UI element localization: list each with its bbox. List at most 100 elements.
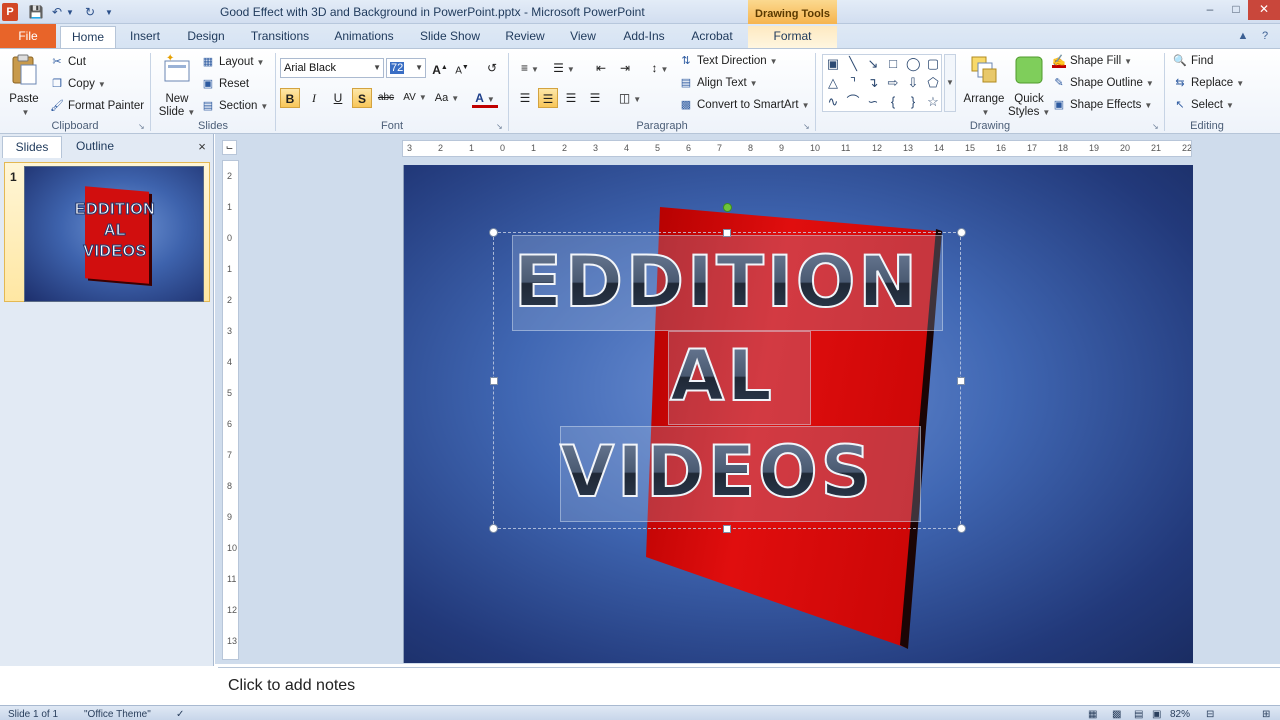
- underline-button[interactable]: U: [328, 88, 348, 108]
- elbow-connector-shape-icon[interactable]: ⌝: [846, 76, 860, 90]
- increase-indent-icon[interactable]: ⇥: [615, 58, 635, 78]
- tab-transitions[interactable]: Transitions: [244, 26, 316, 48]
- font-launcher-icon[interactable]: ↘: [496, 122, 505, 131]
- numbering-icon[interactable]: ☰ ▼: [549, 58, 579, 78]
- undo-dropdown-icon[interactable]: ▼: [66, 3, 74, 21]
- paragraph-launcher-icon[interactable]: ↘: [803, 122, 812, 131]
- spell-check-icon[interactable]: ✓: [176, 709, 184, 720]
- pentagon-shape-icon[interactable]: ⬠: [926, 76, 940, 90]
- slide-title-line[interactable]: EDDITION: [513, 246, 920, 318]
- oval-shape-icon[interactable]: ◯: [906, 57, 921, 71]
- star-shape-icon[interactable]: ☆: [926, 95, 940, 109]
- clear-formatting-icon[interactable]: ↺: [482, 58, 502, 78]
- copy-button[interactable]: ❐ Copy ▼: [50, 77, 106, 91]
- resize-handle[interactable]: [490, 377, 498, 385]
- resize-handle[interactable]: [723, 229, 731, 237]
- arrange-button[interactable]: Arrange ▼: [962, 53, 1006, 119]
- arc-shape-icon[interactable]: ⌒: [846, 95, 860, 109]
- down-arrow-shape-icon[interactable]: ⇩: [906, 76, 920, 90]
- decrease-indent-icon[interactable]: ⇤: [591, 58, 611, 78]
- text-direction-button[interactable]: ⇅ Text Direction ▼: [679, 54, 777, 68]
- right-arrow-shape-icon[interactable]: ⇨: [886, 76, 900, 90]
- tab-add-ins[interactable]: Add-Ins: [616, 26, 672, 48]
- resize-handle[interactable]: [957, 228, 966, 237]
- tab-animations[interactable]: Animations: [328, 26, 400, 48]
- rounded-rect-shape-icon[interactable]: ▢: [926, 57, 940, 71]
- redo-icon[interactable]: ↻: [82, 3, 98, 21]
- shape-outline-button[interactable]: ✎ Shape Outline ▼: [1052, 76, 1153, 90]
- close-pane-icon[interactable]: ×: [194, 139, 210, 155]
- align-text-button[interactable]: ▤ Align Text ▼: [679, 76, 758, 90]
- shape-effects-button[interactable]: ▣ Shape Effects ▼: [1052, 98, 1153, 112]
- strikethrough-button[interactable]: abc: [376, 88, 396, 108]
- line-shape-icon[interactable]: ╲: [846, 57, 860, 71]
- replace-button[interactable]: ⇆ Replace ▼: [1173, 76, 1244, 90]
- convert-smartart-button[interactable]: ▩ Convert to SmartArt ▼: [679, 98, 810, 112]
- font-name-select[interactable]: Arial Black ▼: [280, 58, 384, 78]
- minimize-button[interactable]: –: [1196, 0, 1224, 20]
- zoom-in-icon[interactable]: ⊞: [1262, 709, 1270, 720]
- italic-button[interactable]: I: [304, 88, 324, 108]
- resize-handle[interactable]: [723, 525, 731, 533]
- slide-sorter-icon[interactable]: ▩: [1112, 709, 1121, 720]
- paste-button[interactable]: Paste ▼: [4, 53, 44, 119]
- customize-qat-icon[interactable]: ▼: [104, 3, 114, 21]
- slide-canvas[interactable]: EDDITION AL VIDEOS: [403, 165, 1193, 663]
- vertical-ruler[interactable]: 2 1 0 1 2 3 4 5 6 7 8 9 10 11 12 13: [222, 160, 239, 660]
- tab-stop-selector-icon[interactable]: ⌙: [222, 140, 237, 155]
- align-left-icon[interactable]: ☰: [515, 88, 535, 108]
- new-slide-button[interactable]: ✦ New Slide ▼: [157, 53, 197, 119]
- powerpoint-app-icon[interactable]: P: [2, 3, 18, 21]
- select-button[interactable]: ↖ Select ▼: [1173, 98, 1234, 112]
- notes-pane[interactable]: Click to add notes: [218, 667, 1280, 705]
- theme-status[interactable]: "Office Theme": [84, 709, 151, 720]
- line-spacing-icon[interactable]: ↕ ▼: [647, 58, 673, 78]
- character-spacing-button[interactable]: AV ▼: [402, 88, 428, 108]
- normal-view-icon[interactable]: ▦: [1088, 709, 1097, 720]
- tab-slides-pane[interactable]: Slides: [2, 136, 62, 158]
- save-icon[interactable]: 💾: [28, 3, 44, 21]
- triangle-shape-icon[interactable]: △: [826, 76, 840, 90]
- horizontal-ruler[interactable]: 3 2 1 0 1 2 3 4 5 6 7 8 9 10 11 12 13 14 15 16 17 18 19 20 21 22: [402, 140, 1192, 157]
- tab-outline-pane[interactable]: Outline: [64, 136, 126, 158]
- slide-thumbnail[interactable]: EDDITION AL VIDEOS: [24, 166, 204, 302]
- curve-shape-icon[interactable]: ∿: [826, 95, 840, 109]
- shapes-gallery[interactable]: ▣ ╲ ↘ □ ◯ ▢ △ ⌝ ↴ ⇨ ⇩ ⬠ ∿ ⌒ ∽ { } ☆: [822, 54, 942, 112]
- resize-handle[interactable]: [489, 228, 498, 237]
- slideshow-view-icon[interactable]: ▣: [1152, 709, 1161, 720]
- maximize-button[interactable]: □: [1222, 0, 1250, 20]
- grow-font-button[interactable]: A▲: [430, 58, 450, 78]
- tab-insert[interactable]: Insert: [122, 26, 168, 48]
- rotation-handle[interactable]: [723, 203, 732, 212]
- help-icon[interactable]: ?: [1258, 29, 1272, 43]
- close-button[interactable]: ✕: [1248, 0, 1280, 20]
- quick-styles-button[interactable]: Quick Styles ▼: [1008, 53, 1050, 119]
- tab-file[interactable]: File: [0, 24, 56, 48]
- font-size-select[interactable]: 72 ▼: [386, 58, 426, 78]
- font-color-button[interactable]: A ▼: [472, 88, 498, 108]
- shape-fill-button[interactable]: ✍ Shape Fill ▼: [1052, 54, 1132, 68]
- shrink-font-button[interactable]: A▼: [452, 58, 472, 78]
- slide-title-line[interactable]: AL: [669, 340, 775, 412]
- resize-handle[interactable]: [957, 377, 965, 385]
- minimize-ribbon-icon[interactable]: ▲: [1236, 29, 1250, 43]
- tab-acrobat[interactable]: Acrobat: [684, 26, 740, 48]
- reset-button[interactable]: ▣ Reset: [201, 77, 249, 91]
- layout-button[interactable]: ▦ Layout ▼: [201, 55, 265, 69]
- text-shadow-button[interactable]: S: [352, 88, 372, 108]
- reading-view-icon[interactable]: ▤: [1134, 709, 1143, 720]
- format-painter-button[interactable]: 🖌 Format Painter: [50, 99, 144, 113]
- slide-title-line[interactable]: VIDEOS: [559, 436, 874, 508]
- cut-button[interactable]: ✂ Cut: [50, 55, 86, 69]
- find-button[interactable]: 🔍 Find: [1173, 54, 1213, 68]
- arrow-line-shape-icon[interactable]: ↘: [866, 57, 880, 71]
- zoom-level[interactable]: 82%: [1170, 709, 1190, 720]
- notes-placeholder[interactable]: Click to add notes: [228, 677, 355, 695]
- tab-home[interactable]: Home: [60, 26, 116, 49]
- resize-handle[interactable]: [957, 524, 966, 533]
- clipboard-launcher-icon[interactable]: ↘: [138, 122, 147, 131]
- align-center-icon[interactable]: ☰: [538, 88, 558, 108]
- undo-icon[interactable]: ↶: [50, 3, 64, 21]
- rectangle-shape-icon[interactable]: □: [886, 57, 900, 71]
- zoom-out-icon[interactable]: ⊟: [1206, 709, 1214, 720]
